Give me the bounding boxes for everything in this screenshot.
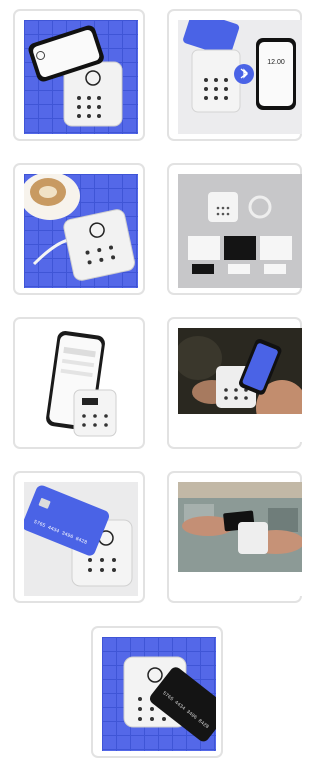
thumbnail-image: 5765 4434 3496 8428: [102, 637, 216, 751]
thumbnail-image: [24, 20, 138, 134]
thumbnail-image: [24, 174, 138, 288]
thumbnail-image: [178, 328, 302, 442]
thumbnail-reader-bluetooth-pairing[interactable]: 12.00: [167, 9, 302, 141]
thumbnail-reader-contactless-phone-pay[interactable]: [167, 317, 302, 449]
thumbnail-image: [178, 482, 302, 596]
image-gallery: 12.00 5765 4434 3496 8428 5765 4434 3496…: [0, 0, 302, 758]
phone-amount: 12.00: [267, 59, 285, 66]
thumbnail-reader-coffee-cup[interactable]: [13, 163, 145, 295]
thumbnail-reader-box-contents[interactable]: [167, 163, 302, 295]
thumbnail-reader-black-card-blue[interactable]: 5765 4434 3496 8428: [91, 626, 223, 758]
thumbnail-reader-with-phone-blue[interactable]: [13, 9, 145, 141]
thumbnail-image: 12.00: [178, 20, 302, 134]
thumbnail-image: 5765 4434 3496 8428: [24, 482, 138, 596]
thumbnail-image: [178, 174, 302, 288]
thumbnail-image: [24, 328, 138, 442]
thumbnail-reader-card-handover[interactable]: [167, 471, 302, 603]
thumbnail-reader-blue-card-tap[interactable]: 5765 4434 3496 8428: [13, 471, 145, 603]
thumbnail-reader-app-phone[interactable]: [13, 317, 145, 449]
